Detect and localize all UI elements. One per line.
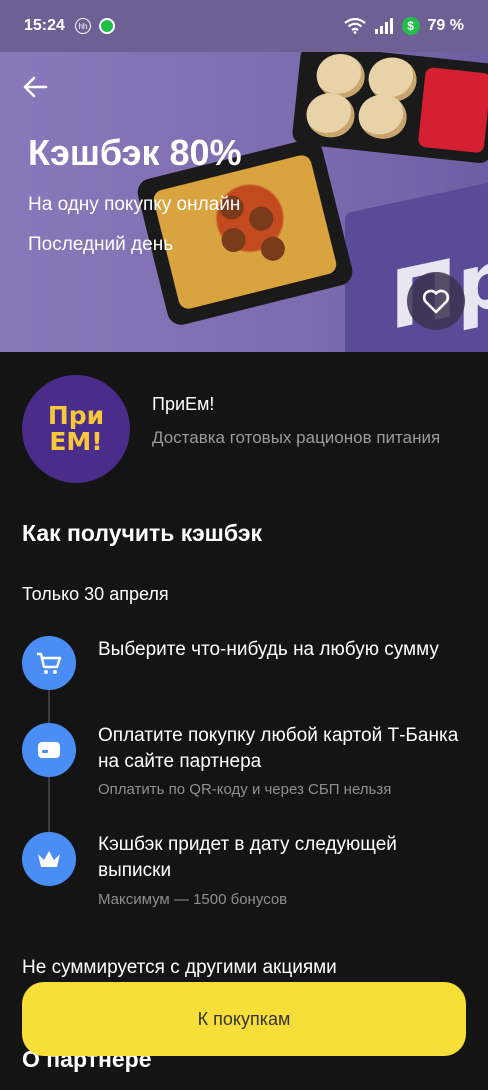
step-3-note: Максимум — 1500 бонусов bbox=[98, 891, 288, 908]
status-bar: 15:24 hh $ 79 % bbox=[0, 0, 488, 52]
cart-icon bbox=[22, 636, 76, 690]
heart-icon bbox=[422, 289, 450, 314]
no-combine-note: Не суммируется с другими акциями bbox=[22, 957, 337, 978]
hh-icon: hh bbox=[74, 18, 91, 34]
step-connector bbox=[48, 776, 50, 832]
cashback-dollar-icon: $ bbox=[401, 17, 420, 35]
how-to-title: Как получить кэшбэк bbox=[22, 520, 262, 546]
step-2-note: Оплатить по QR-коду и через СБП нельзя bbox=[98, 781, 392, 798]
wifi-icon bbox=[343, 18, 366, 34]
hero-banner: Пр Кэшбэк 80% На одну покупку онлайн Пос… bbox=[0, 52, 488, 352]
back-arrow-icon[interactable] bbox=[22, 74, 54, 106]
date-note: Только 30 апреля bbox=[22, 584, 169, 604]
partner-logo: При ЕМ! bbox=[22, 375, 130, 483]
step-connector bbox=[48, 689, 50, 723]
logo-line2: ЕМ! bbox=[49, 427, 103, 456]
crown-icon bbox=[22, 832, 76, 886]
partner-description: Доставка готовых рационов питания bbox=[152, 428, 441, 447]
app-notification-icon bbox=[98, 18, 115, 34]
hero-deadline: Последний день bbox=[28, 234, 174, 255]
step-2-title: Оплатите покупку любой картой Т-Банка на… bbox=[98, 725, 459, 772]
step-1-title: Выберите что-нибудь на любую сумму bbox=[98, 639, 439, 660]
logo-line1: При bbox=[47, 401, 105, 430]
step-3-title: Кэшбэк придет в дату следующей выписки bbox=[98, 834, 397, 881]
favorite-button[interactable] bbox=[407, 272, 465, 330]
battery-level: 79 % bbox=[427, 17, 464, 34]
to-shopping-button[interactable]: К покупкам bbox=[22, 982, 466, 1056]
signal-icon bbox=[374, 18, 393, 34]
status-time: 15:24 bbox=[24, 17, 65, 34]
partner-name: ПриЕм! bbox=[152, 394, 215, 414]
card-icon bbox=[22, 723, 76, 777]
hero-title: Кэшбэк 80% bbox=[28, 132, 242, 173]
hero-subtitle: На одну покупку онлайн bbox=[28, 194, 241, 215]
